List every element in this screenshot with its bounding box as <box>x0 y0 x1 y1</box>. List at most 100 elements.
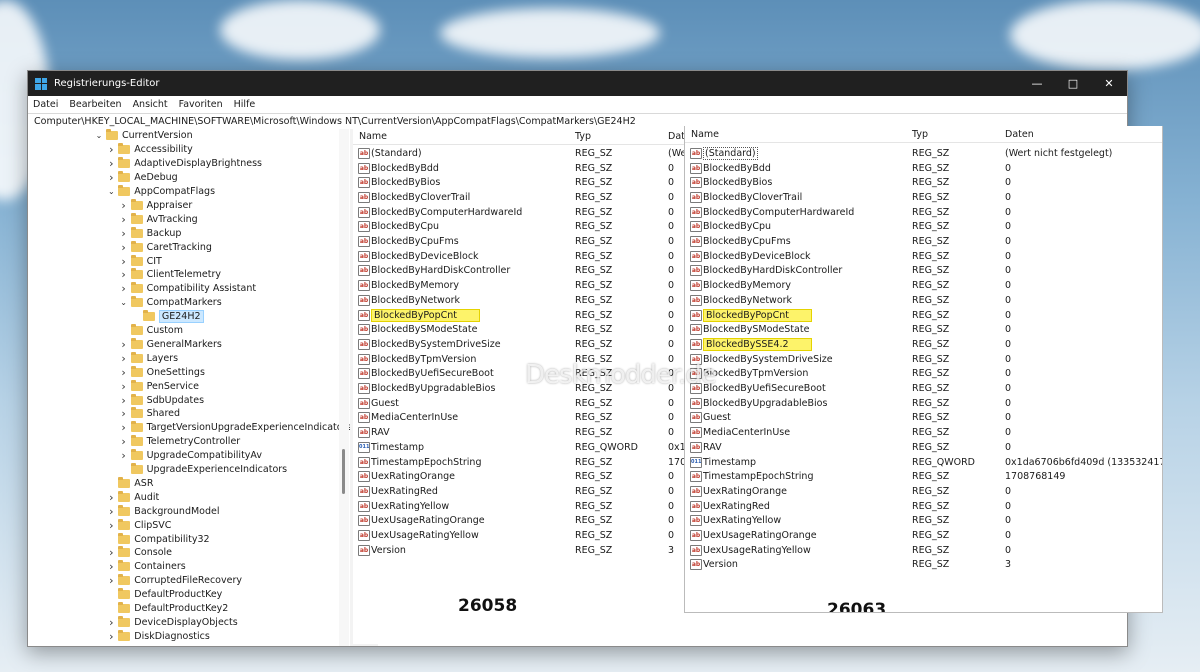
tree-node[interactable]: › CorruptedFileRecovery <box>106 574 242 588</box>
close-icon[interactable]: ✕ <box>1091 71 1127 96</box>
chevron-right-icon[interactable]: › <box>106 143 116 156</box>
value-row[interactable]: ab BlockedByCpuFms REG_SZ 0 <box>353 234 684 249</box>
chevron-right-icon[interactable]: › <box>119 421 129 434</box>
value-row[interactable]: ab TimestampEpochString REG_SZ 1708768149 <box>685 469 1162 484</box>
menu-ansicht[interactable]: Ansicht <box>133 99 168 110</box>
minimize-icon[interactable]: — <box>1019 71 1055 96</box>
value-row[interactable]: ab (Standard) REG_SZ (We <box>353 146 684 161</box>
chevron-right-icon[interactable]: › <box>106 630 116 643</box>
value-row[interactable]: ab BlockedByCloverTrail REG_SZ 0 <box>353 190 684 205</box>
value-row[interactable]: ab BlockedByHardDiskController REG_SZ 0 <box>353 264 684 279</box>
value-row[interactable]: ab BlockedByComputerHardwareId REG_SZ 0 <box>685 205 1162 220</box>
menu-hilfe[interactable]: Hilfe <box>234 99 256 110</box>
value-row[interactable]: ab UexRatingYellow REG_SZ 0 <box>685 514 1162 529</box>
value-row[interactable]: ab Guest REG_SZ 0 <box>685 411 1162 426</box>
column-header-data[interactable]: Dat <box>668 131 684 142</box>
value-row[interactable]: ab BlockedByCpu REG_SZ 0 <box>685 220 1162 235</box>
value-row[interactable]: ab Version REG_SZ 3 <box>685 558 1162 573</box>
value-row[interactable]: ab UexUsageRatingYellow REG_SZ 0 <box>685 543 1162 558</box>
tree-node[interactable]: › GeneralMarkers <box>119 337 222 352</box>
chevron-right-icon[interactable]: › <box>119 366 129 379</box>
chevron-right-icon[interactable]: › <box>119 227 129 240</box>
tree-node[interactable]: › TelemetryController <box>119 435 240 449</box>
value-row[interactable]: ab BlockedByBdd REG_SZ 0 <box>353 161 684 176</box>
tree-node[interactable]: › AdaptiveDisplayBrightness <box>106 157 262 171</box>
tree-node[interactable]: › SdbUpdates <box>119 393 204 407</box>
tree-node[interactable]: GE24H2 <box>131 310 204 324</box>
tree-node[interactable]: › Backup <box>119 226 181 240</box>
value-row[interactable]: ab BlockedBySModeState REG_SZ 0 <box>685 322 1162 337</box>
tree-node[interactable]: UpgradeExperienceIndicators <box>119 463 287 477</box>
value-row[interactable]: ab UexUsageRatingOrange REG_SZ 0 <box>685 528 1162 543</box>
tree-node[interactable]: ASR <box>106 476 153 491</box>
title-bar[interactable]: Registrierungs-Editor — □ ✕ <box>28 71 1127 96</box>
value-row[interactable]: ab BlockedByCloverTrail REG_SZ 0 <box>685 190 1162 205</box>
value-row[interactable]: 011Timestamp REG_QWORD 0x1c <box>353 440 684 455</box>
value-row[interactable]: ab BlockedByBios REG_SZ 0 <box>685 175 1162 190</box>
chevron-right-icon[interactable]: › <box>106 157 116 170</box>
tree-node[interactable]: › Appraiser <box>119 198 192 213</box>
tree-node[interactable]: › DiskDiagnostics <box>106 629 210 643</box>
tree-node[interactable]: ⌄ AppCompatFlags <box>106 185 215 199</box>
chevron-right-icon[interactable]: › <box>119 338 129 351</box>
tree-scrollbar-thumb[interactable] <box>342 449 345 494</box>
tree-node[interactable]: › CaretTracking <box>119 240 212 254</box>
value-row[interactable]: ab UexUsageRatingOrange REG_SZ 0 <box>353 514 684 529</box>
value-row[interactable]: ab UexUsageRatingYellow REG_SZ 0 <box>353 528 684 543</box>
value-row[interactable]: ab BlockedBySystemDriveSize REG_SZ 0 <box>685 352 1162 367</box>
value-row[interactable]: ab BlockedBySystemDriveSize REG_SZ 0 <box>353 337 684 352</box>
value-row[interactable]: ab BlockedBySSE4.2 REG_SZ 0 <box>685 337 1162 352</box>
chevron-right-icon[interactable]: › <box>106 491 116 504</box>
tree-node[interactable]: › TargetVersionUpgradeExperienceIndicator… <box>119 421 350 435</box>
tree-scrollbar[interactable] <box>339 129 349 646</box>
chevron-right-icon[interactable]: › <box>119 199 129 212</box>
tree-node[interactable]: ⌄ CompatMarkers <box>119 296 222 310</box>
chevron-down-icon[interactable]: ⌄ <box>106 187 116 196</box>
maximize-icon[interactable]: □ <box>1055 71 1091 96</box>
tree-node[interactable]: › AeDebug <box>106 171 178 185</box>
value-row[interactable]: ab BlockedByMemory REG_SZ 0 <box>685 278 1162 293</box>
tree-node[interactable]: › AvTracking <box>119 212 198 226</box>
value-row[interactable]: ab BlockedByCpuFms REG_SZ 0 <box>685 234 1162 249</box>
column-header-name[interactable]: Name <box>691 129 719 140</box>
value-row[interactable]: ab BlockedByNetwork REG_SZ 0 <box>353 293 684 308</box>
value-row[interactable]: ab UexRatingOrange REG_SZ 0 <box>685 484 1162 499</box>
menu-bearbeiten[interactable]: Bearbeiten <box>69 99 121 110</box>
value-row[interactable]: 011 Timestamp REG_QWORD 0x1da6706b6fd409d (… <box>685 455 1162 470</box>
tree-node[interactable]: › Shared <box>119 407 180 421</box>
chevron-right-icon[interactable]: › <box>119 407 129 420</box>
chevron-right-icon[interactable]: › <box>119 449 129 462</box>
chevron-right-icon[interactable]: › <box>106 574 116 587</box>
chevron-right-icon[interactable]: › <box>119 213 129 226</box>
column-header-data[interactable]: Daten <box>1005 129 1034 140</box>
menu-favoriten[interactable]: Favoriten <box>179 99 223 110</box>
value-row[interactable]: ab UexRatingRed REG_SZ 0 <box>685 499 1162 514</box>
value-row[interactable]: ab RAV REG_SZ 0 <box>685 440 1162 455</box>
column-header-type[interactable]: Typ <box>575 131 591 142</box>
chevron-right-icon[interactable]: › <box>119 394 129 407</box>
chevron-right-icon[interactable]: › <box>106 519 116 532</box>
tree-node[interactable]: › OneSettings <box>119 365 205 379</box>
tree-node[interactable]: › ClientTelemetry <box>119 268 221 282</box>
chevron-right-icon[interactable]: › <box>119 435 129 448</box>
value-row[interactable]: ab (Standard) REG_SZ (Wert nicht festgelegt… <box>685 146 1162 161</box>
tree-node[interactable]: ⌄ CurrentVersion <box>94 129 193 143</box>
chevron-down-icon[interactable]: ⌄ <box>94 131 104 140</box>
value-row[interactable]: ab BlockedByPopCnt REG_SZ 0 <box>353 308 684 323</box>
chevron-down-icon[interactable]: ⌄ <box>119 298 129 307</box>
value-row[interactable]: ab BlockedByHardDiskController REG_SZ 0 <box>685 264 1162 279</box>
value-row[interactable]: ab Guest REG_SZ 0 <box>353 396 684 411</box>
tree-node[interactable]: › DeviceDisplayObjects <box>106 615 238 630</box>
value-row[interactable]: ab RAV REG_SZ 0 <box>353 425 684 440</box>
value-row[interactable]: ab BlockedByComputerHardwareId REG_SZ 0 <box>353 205 684 220</box>
tree-node[interactable]: Compatibility32 <box>106 532 210 546</box>
tree-node[interactable]: › BackgroundModel <box>106 504 220 518</box>
value-row[interactable]: ab BlockedByBdd REG_SZ 0 <box>685 161 1162 176</box>
value-row[interactable]: ab BlockedByDeviceBlock REG_SZ 0 <box>685 249 1162 264</box>
chevron-right-icon[interactable]: › <box>106 505 116 518</box>
value-row[interactable]: ab BlockedBySModeState REG_SZ 0 <box>353 322 684 337</box>
chevron-right-icon[interactable]: › <box>119 352 129 365</box>
value-row[interactable]: ab BlockedByNetwork REG_SZ 0 <box>685 293 1162 308</box>
tree-node[interactable]: › Console <box>106 546 172 560</box>
value-row[interactable]: ab MediaCenterInUse REG_SZ 0 <box>685 425 1162 440</box>
